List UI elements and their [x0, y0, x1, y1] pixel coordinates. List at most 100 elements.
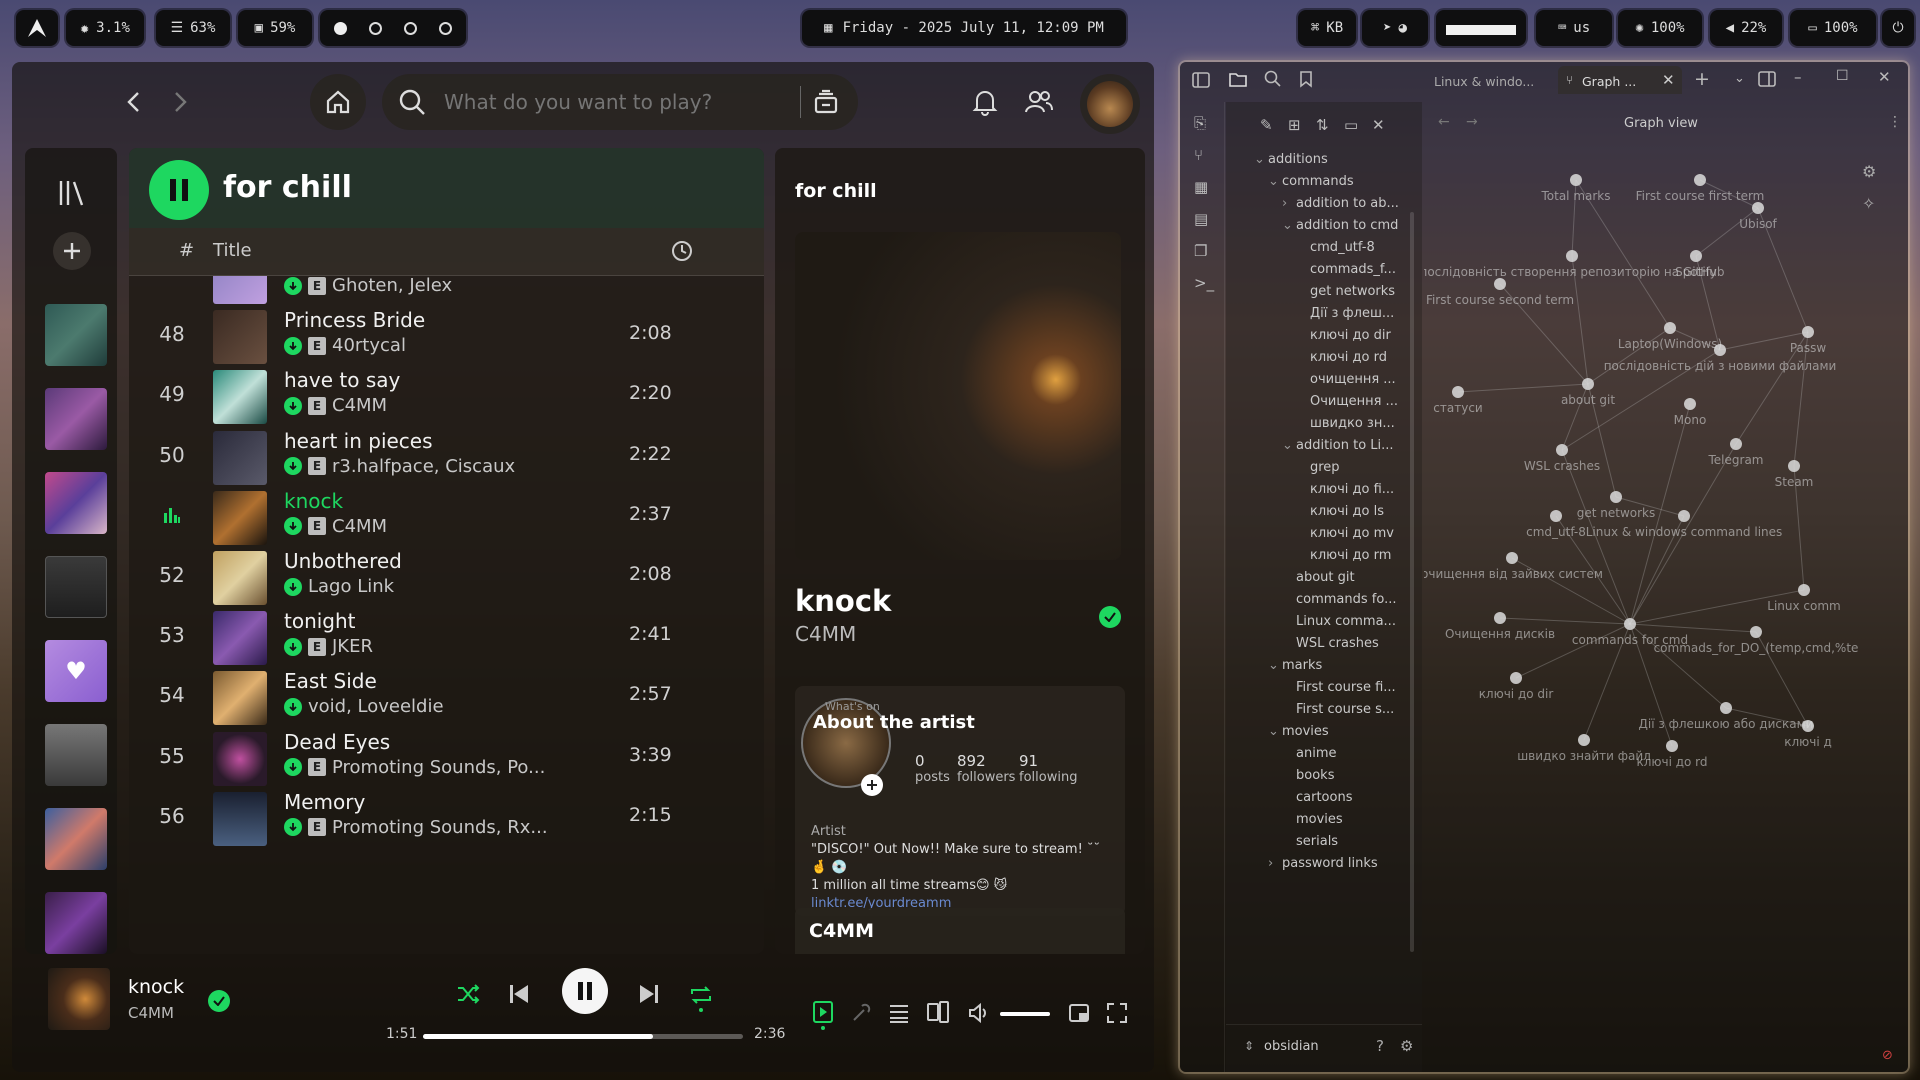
templates-icon[interactable]: ❐ [1194, 242, 1207, 260]
graph-node[interactable] [1666, 740, 1678, 752]
track-title[interactable]: tonight [284, 609, 356, 633]
cpu-widget[interactable]: ✹ 3.1% [66, 10, 144, 46]
connect-device-icon[interactable] [926, 1000, 950, 1024]
discord-icon[interactable]: ◕ [1399, 20, 1407, 36]
graph-node[interactable] [1714, 344, 1726, 356]
graph-node[interactable] [1582, 378, 1594, 390]
track-artist[interactable]: void, Loveeldie [308, 696, 444, 717]
tree-folder[interactable]: ⌄ marks [1268, 658, 1322, 673]
chevron-down-icon[interactable]: ⌄ [1282, 438, 1296, 453]
tree-folder[interactable]: ⌄ addition to cmd [1282, 218, 1398, 233]
track-artist[interactable]: C4MM [332, 516, 387, 537]
track-artist[interactable]: Lago Link [308, 576, 394, 597]
friends-activity-icon[interactable] [1024, 88, 1054, 116]
track-artist[interactable]: Ghoten, Jelex [332, 276, 452, 296]
track-title[interactable]: Dead Eyes [284, 730, 390, 754]
queue-icon[interactable] [888, 1002, 910, 1024]
tree-file[interactable]: books [1282, 768, 1334, 783]
player-track-artist[interactable]: C4MM [128, 1004, 174, 1022]
tree-file[interactable]: ключі до ls [1296, 504, 1384, 519]
graph-node[interactable] [1566, 250, 1578, 262]
help-icon[interactable]: ? [1376, 1037, 1384, 1055]
graph-node[interactable] [1624, 618, 1636, 630]
tree-file[interactable]: cmd_utf-8 [1296, 240, 1375, 255]
tree-file[interactable]: швидко зн... [1296, 416, 1395, 431]
new-tab-icon[interactable]: + [1694, 68, 1710, 90]
graph-node[interactable] [1578, 734, 1590, 746]
tree-file[interactable]: WSL crashes [1282, 636, 1379, 651]
sort-icon[interactable]: ⇅ [1316, 116, 1329, 134]
tree-file[interactable]: ключі до rm [1296, 548, 1391, 563]
library-cover-2[interactable] [45, 388, 107, 450]
tree-file[interactable]: Дії з флеш... [1296, 306, 1394, 321]
workspace-1-dot[interactable] [334, 21, 347, 35]
graph-canvas[interactable]: Total marks First course first term Ubisof… [1424, 102, 1908, 1072]
track-title[interactable]: Princess Bride [284, 308, 425, 332]
volume-slider[interactable] [1000, 1012, 1050, 1016]
volume-widget[interactable]: ◀ 22% [1710, 10, 1782, 46]
graph-node[interactable] [1802, 720, 1814, 732]
tree-file[interactable]: First course s... [1282, 702, 1394, 717]
track-title[interactable]: East Side [284, 669, 377, 693]
next-icon[interactable] [638, 982, 660, 1006]
tree-file[interactable]: First course fi... [1282, 680, 1396, 695]
folder-icon[interactable] [1228, 70, 1248, 88]
library-icon[interactable] [57, 178, 87, 208]
track-artist[interactable]: r3.halfpace, Ciscaux [332, 456, 515, 477]
tree-file[interactable]: anime [1282, 746, 1336, 761]
tree-folder[interactable]: ⌄ additions [1254, 152, 1328, 167]
progress-bar[interactable] [423, 1034, 743, 1039]
disk-widget[interactable]: ▣ 59% [238, 10, 312, 46]
graph-node[interactable] [1452, 386, 1464, 398]
library-cover-4[interactable] [45, 556, 107, 618]
shuffle-icon[interactable] [456, 982, 480, 1006]
now-playing-view-icon[interactable] [812, 1000, 834, 1030]
new-folder-icon[interactable]: ⊞ [1288, 116, 1301, 134]
graph-node[interactable] [1750, 626, 1762, 638]
graph-node[interactable] [1664, 322, 1676, 334]
profile-button[interactable] [1080, 74, 1140, 134]
maximize-icon[interactable]: ☐ [1836, 68, 1849, 84]
battery-widget[interactable]: ▭ 100% [1790, 10, 1876, 46]
graph-node[interactable] [1510, 672, 1522, 684]
about-artist-card[interactable]: What's on About the artist 0 posts 892 f… [795, 686, 1125, 916]
graph-node[interactable] [1494, 612, 1506, 624]
track-artist[interactable]: Promoting Sounds, Po... [332, 757, 545, 778]
previous-icon[interactable] [508, 982, 530, 1006]
player-saved-button[interactable] [208, 990, 230, 1012]
playlist-pause-button[interactable] [149, 160, 209, 220]
tab-graph[interactable]: ⑂ Graph ... ✕ [1558, 66, 1682, 94]
clock-widget[interactable]: ▦ Friday - 2025 July 11, 12:09 PM [802, 10, 1126, 46]
chevron-right-icon[interactable]: › [1282, 196, 1296, 211]
player-cover[interactable] [48, 968, 110, 1030]
graph-node[interactable] [1610, 491, 1622, 503]
tree-folder[interactable]: › addition to ab... [1282, 196, 1399, 211]
library-cover-8[interactable] [45, 892, 107, 954]
tree-file[interactable]: about git [1282, 570, 1355, 585]
daily-note-icon[interactable]: ▤ [1194, 210, 1208, 228]
mini-player-icon[interactable] [1068, 1002, 1090, 1024]
tab-linux-windows[interactable]: Linux & windo... [1434, 74, 1534, 89]
create-playlist-button[interactable] [53, 232, 91, 270]
memory-widget[interactable]: ☰ 63% [156, 10, 230, 46]
fullscreen-icon[interactable] [1106, 1002, 1128, 1024]
power-button[interactable]: ⏻ [1882, 10, 1914, 46]
artist-footer-name[interactable]: C4MM [809, 920, 874, 942]
track-artist[interactable]: C4MM [332, 395, 387, 416]
vault-switcher[interactable]: ⇕ obsidian ? ⚙ [1226, 1024, 1422, 1072]
graph-node[interactable] [1720, 702, 1732, 714]
library-cover-7[interactable] [45, 808, 107, 870]
workspace-3-dot[interactable] [404, 21, 417, 35]
graph-node[interactable] [1556, 444, 1568, 456]
minimize-icon[interactable]: – [1794, 68, 1802, 86]
quick-switch-icon[interactable]: ⎘ [1194, 114, 1206, 132]
follow-plus-button[interactable] [861, 774, 883, 796]
library-cover-6[interactable] [45, 724, 107, 786]
track-artist[interactable]: Promoting Sounds, Rx... [332, 817, 548, 838]
graph-node[interactable] [1802, 326, 1814, 338]
track-title[interactable]: Unbothered [284, 549, 402, 573]
graph-node[interactable] [1752, 202, 1764, 214]
now-playing-song[interactable]: knock [795, 584, 891, 618]
graph-node[interactable] [1570, 174, 1582, 186]
tree-file[interactable]: Linux comma... [1282, 614, 1396, 629]
